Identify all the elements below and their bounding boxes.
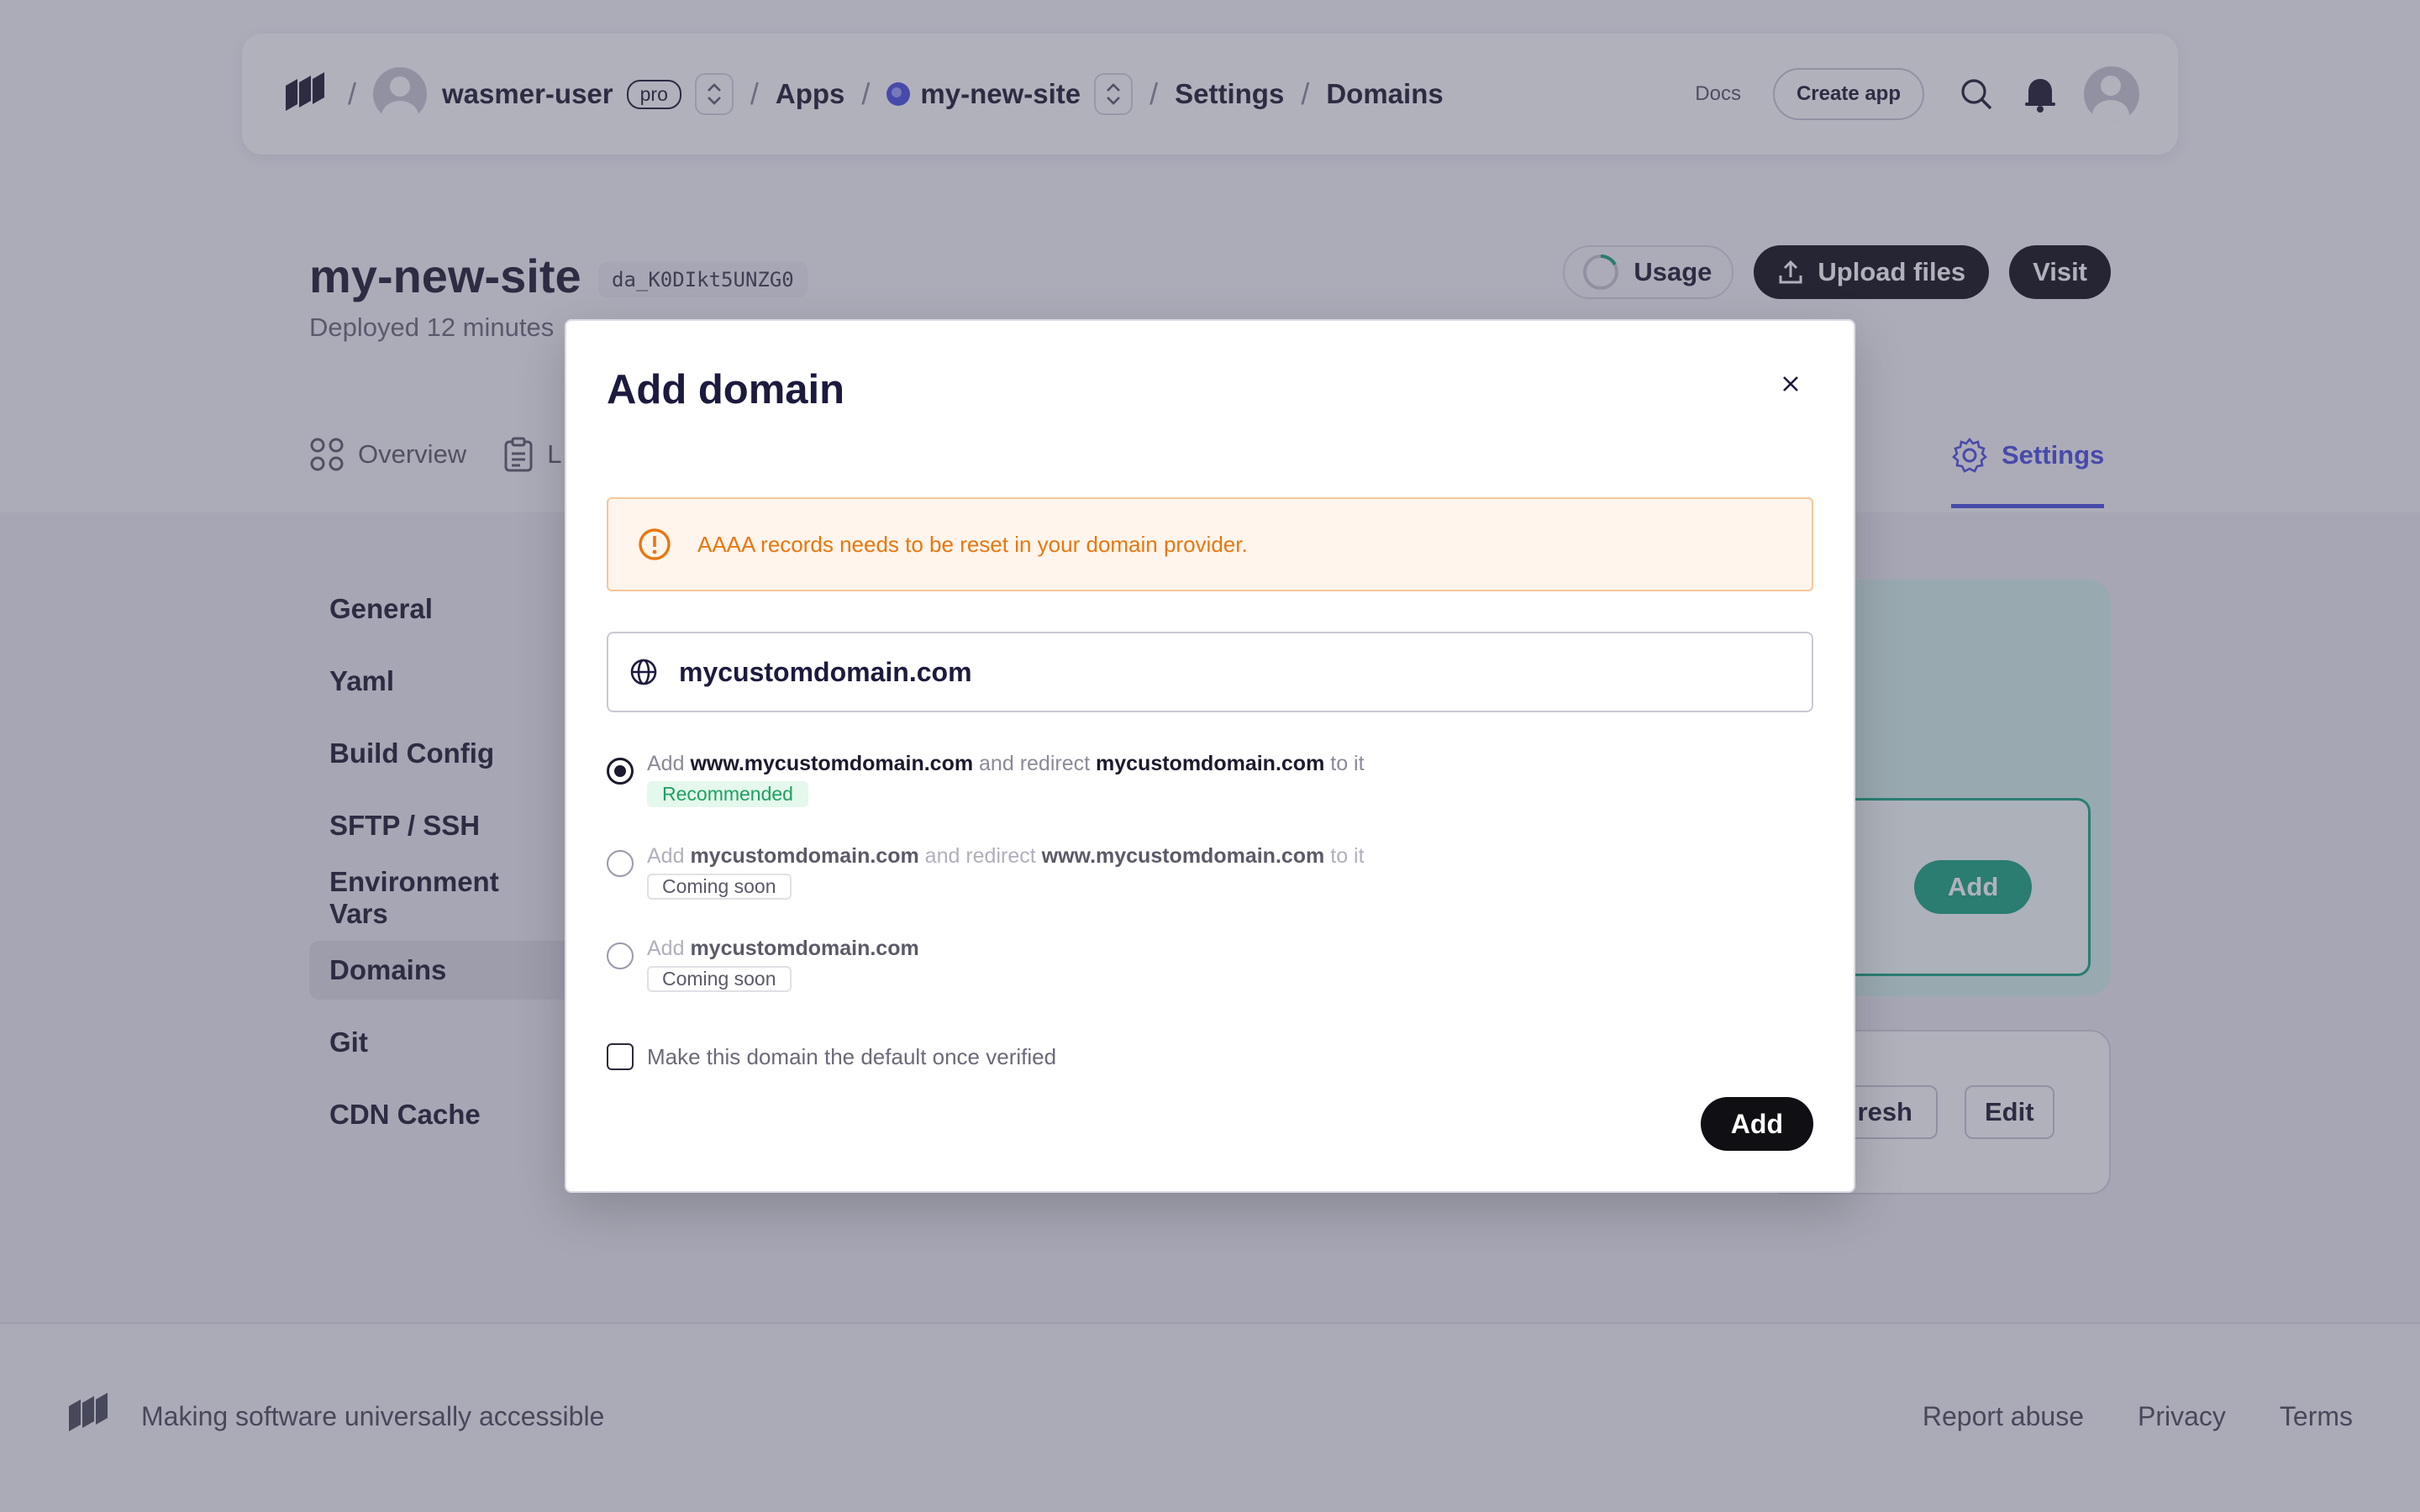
close-button[interactable] <box>1776 370 1805 398</box>
option-middle: and redirect <box>979 752 1091 775</box>
radio-apex-only[interactable] <box>607 942 634 969</box>
close-icon <box>1783 376 1798 391</box>
option-prefix: Add <box>647 937 685 960</box>
option-apex-redirect-content: Add mycustomdomain.com and redirect www.… <box>647 842 1365 900</box>
option-suffix: to it <box>1330 844 1365 868</box>
option-apex-only-text: Add mycustomdomain.com <box>647 934 919 963</box>
alert-message: AAAA records needs to be reset in your d… <box>697 531 1248 557</box>
option-prefix: Add <box>647 752 685 775</box>
option-suffix: to it <box>1330 752 1365 775</box>
dialog-title: Add domain <box>607 367 845 412</box>
option-apex-only[interactable]: Add mycustomdomain.com Coming soon <box>607 934 919 992</box>
domain-field <box>607 632 1813 712</box>
domain-input[interactable] <box>679 656 1771 688</box>
option-middle: and redirect <box>924 844 1036 868</box>
option-apex-only-content: Add mycustomdomain.com Coming soon <box>647 934 919 992</box>
alert-circle-icon <box>639 528 671 560</box>
option-apex-redirect[interactable]: Add mycustomdomain.com and redirect www.… <box>607 842 1365 900</box>
option-www-redirect-content: Add www.mycustomdomain.com and redirect … <box>647 749 1365 807</box>
default-domain-checkbox[interactable] <box>607 1043 634 1070</box>
globe-icon <box>630 659 657 685</box>
option-domain-b: mycustomdomain.com <box>1096 752 1325 775</box>
option-domain-a: www.mycustomdomain.com <box>690 752 974 775</box>
option-www-redirect[interactable]: Add www.mycustomdomain.com and redirect … <box>607 749 1365 807</box>
coming-soon-badge: Coming soon <box>647 966 792 992</box>
add-domain-dialog: Add domain AAAA records needs to be rese… <box>565 319 1855 1193</box>
add-domain-submit-button[interactable]: Add <box>1700 1097 1813 1151</box>
default-domain-row: Make this domain the default once verifi… <box>607 1043 1056 1070</box>
radio-www-redirect[interactable] <box>607 758 634 785</box>
option-apex-redirect-text: Add mycustomdomain.com and redirect www.… <box>647 842 1365 870</box>
option-www-redirect-text: Add www.mycustomdomain.com and redirect … <box>647 749 1365 778</box>
coming-soon-badge: Coming soon <box>647 874 792 900</box>
option-domain-b: www.mycustomdomain.com <box>1041 844 1325 868</box>
recommended-badge: Recommended <box>647 781 808 807</box>
warning-alert: AAAA records needs to be reset in your d… <box>607 497 1813 591</box>
option-domain-a: mycustomdomain.com <box>690 844 919 868</box>
default-domain-label[interactable]: Make this domain the default once verifi… <box>647 1044 1056 1070</box>
radio-apex-redirect[interactable] <box>607 850 634 877</box>
option-domain-a: mycustomdomain.com <box>690 937 919 960</box>
option-prefix: Add <box>647 844 685 868</box>
